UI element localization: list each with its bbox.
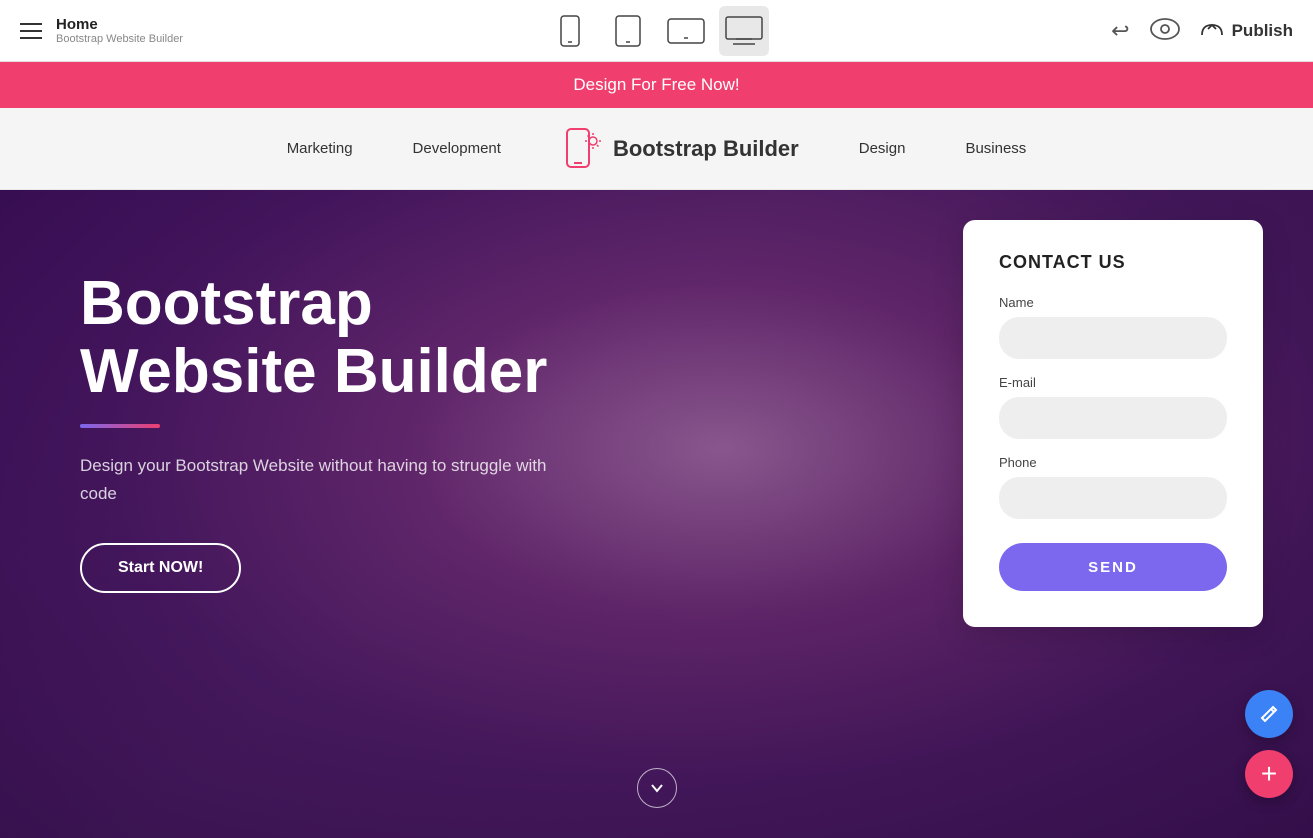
undo-button[interactable]: ↩	[1111, 18, 1129, 44]
fab-container: +	[1245, 690, 1293, 798]
email-form-group: E-mail	[999, 375, 1227, 439]
top-bar-left: Home Bootstrap Website Builder	[20, 16, 183, 45]
name-input[interactable]	[999, 317, 1227, 359]
phone-form-group: Phone	[999, 455, 1227, 519]
site-navigation: Marketing Development Bootstrap Builder …	[0, 108, 1313, 190]
add-icon: +	[1261, 760, 1277, 788]
email-label: E-mail	[999, 375, 1227, 390]
desktop-device-button[interactable]	[719, 6, 769, 56]
send-button[interactable]: SEND	[999, 543, 1227, 591]
nav-item-marketing[interactable]: Marketing	[287, 140, 353, 157]
name-form-group: Name	[999, 295, 1227, 359]
tablet-device-button[interactable]	[603, 6, 653, 56]
hero-title: Bootstrap Website Builder	[80, 270, 620, 406]
publish-button[interactable]: Publish	[1200, 21, 1293, 41]
tablet-landscape-button[interactable]	[661, 6, 711, 56]
edit-fab-button[interactable]	[1245, 690, 1293, 738]
top-bar-right: ↩ Publish	[1111, 18, 1293, 44]
hamburger-menu-icon[interactable]	[20, 23, 42, 39]
hero-cta-button[interactable]: Start NOW!	[80, 543, 241, 593]
device-switcher	[545, 6, 769, 56]
promo-text: Design For Free Now!	[573, 75, 739, 95]
promo-banner[interactable]: Design For Free Now!	[0, 62, 1313, 108]
logo-icon	[561, 125, 603, 173]
page-subtitle: Bootstrap Website Builder	[56, 33, 183, 45]
hero-content: Bootstrap Website Builder Design your Bo…	[0, 190, 700, 593]
site-logo: Bootstrap Builder	[561, 125, 799, 173]
nav-item-design[interactable]: Design	[859, 140, 906, 157]
preview-button[interactable]	[1150, 18, 1180, 43]
hero-title-line1: Bootstrap	[80, 269, 373, 338]
scroll-arrow-circle	[637, 768, 677, 808]
phone-input[interactable]	[999, 477, 1227, 519]
publish-label: Publish	[1232, 21, 1293, 41]
logo-text: Bootstrap Builder	[613, 136, 799, 162]
top-bar: Home Bootstrap Website Builder	[0, 0, 1313, 62]
top-bar-title: Home Bootstrap Website Builder	[56, 16, 183, 45]
contact-card: CONTACT US Name E-mail Phone SEND	[963, 220, 1263, 627]
nav-item-business[interactable]: Business	[965, 140, 1026, 157]
name-label: Name	[999, 295, 1227, 310]
hero-section: Bootstrap Website Builder Design your Bo…	[0, 190, 1313, 838]
hero-description: Design your Bootstrap Website without ha…	[80, 452, 560, 506]
phone-label: Phone	[999, 455, 1227, 470]
scroll-down-arrow[interactable]	[637, 768, 677, 808]
mobile-device-button[interactable]	[545, 6, 595, 56]
page-title: Home	[56, 16, 183, 33]
add-fab-button[interactable]: +	[1245, 750, 1293, 798]
contact-heading: CONTACT US	[999, 252, 1227, 273]
nav-item-development[interactable]: Development	[413, 140, 501, 157]
hero-divider	[80, 424, 160, 428]
email-input[interactable]	[999, 397, 1227, 439]
hero-title-line2: Website Builder	[80, 337, 547, 406]
